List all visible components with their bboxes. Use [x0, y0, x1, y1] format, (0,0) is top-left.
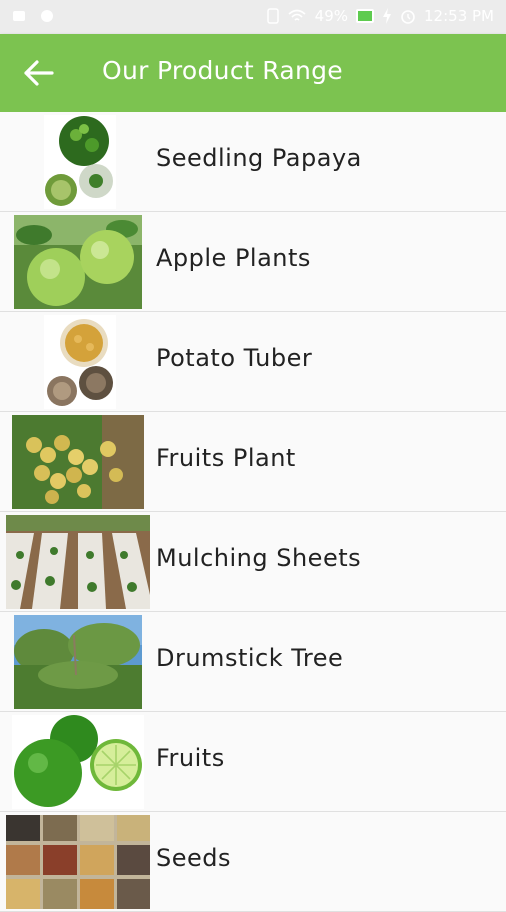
fruits-image	[12, 715, 144, 809]
battery-percent: 49%	[314, 7, 349, 25]
list-item-apple-plants[interactable]: Apple Plants	[0, 212, 506, 312]
status-bar: 49% 12:53 PM	[0, 0, 506, 34]
list-item-label: Mulching Sheets	[156, 544, 362, 572]
list-item-label: Fruits Plant	[156, 444, 296, 472]
list-item-label: Drumstick Tree	[156, 644, 344, 672]
list-item-fruits-plant[interactable]: Fruits Plant	[0, 412, 506, 512]
charging-icon	[383, 8, 392, 24]
seeds-image	[6, 815, 150, 909]
list-item-fruits[interactable]: Fruits	[0, 712, 506, 812]
list-item-seedling-papaya[interactable]: Seedling Papaya	[0, 112, 506, 212]
app-bar: Our Product Range	[0, 34, 506, 112]
list-item-label: Potato Tuber	[156, 344, 313, 372]
product-list: Seedling Papaya Apple Plants Potato Tube…	[0, 112, 506, 912]
wifi-icon	[288, 9, 306, 21]
list-item-label: Seeds	[156, 844, 232, 872]
alarm-icon	[401, 10, 415, 24]
status-right-icons: 49% 12:53 PM	[266, 7, 494, 25]
status-time: 12:53 PM	[424, 7, 494, 25]
potato-tuber-image	[44, 315, 116, 409]
vibrate-icon	[266, 8, 279, 24]
arrow-back-icon[interactable]	[22, 58, 56, 88]
list-item-mulching-sheets[interactable]: Mulching Sheets	[0, 512, 506, 612]
notification-icon	[13, 11, 25, 21]
list-item-potato-tuber[interactable]: Potato Tuber	[0, 312, 506, 412]
list-item-drumstick-tree[interactable]: Drumstick Tree	[0, 612, 506, 712]
list-item-label: Apple Plants	[156, 244, 311, 272]
drumstick-tree-image	[14, 615, 142, 709]
apple-plants-image	[14, 215, 142, 309]
list-item-seeds[interactable]: Seeds	[0, 812, 506, 912]
fruits-plant-image	[12, 415, 144, 509]
battery-icon	[356, 9, 375, 23]
mulching-sheets-image	[6, 515, 150, 609]
seedling-papaya-image	[44, 115, 116, 209]
list-item-label: Fruits	[156, 744, 225, 772]
notification-icon	[41, 10, 53, 22]
page-title: Our Product Range	[102, 56, 343, 85]
list-item-label: Seedling Papaya	[156, 144, 362, 172]
status-left-icons	[12, 9, 54, 23]
